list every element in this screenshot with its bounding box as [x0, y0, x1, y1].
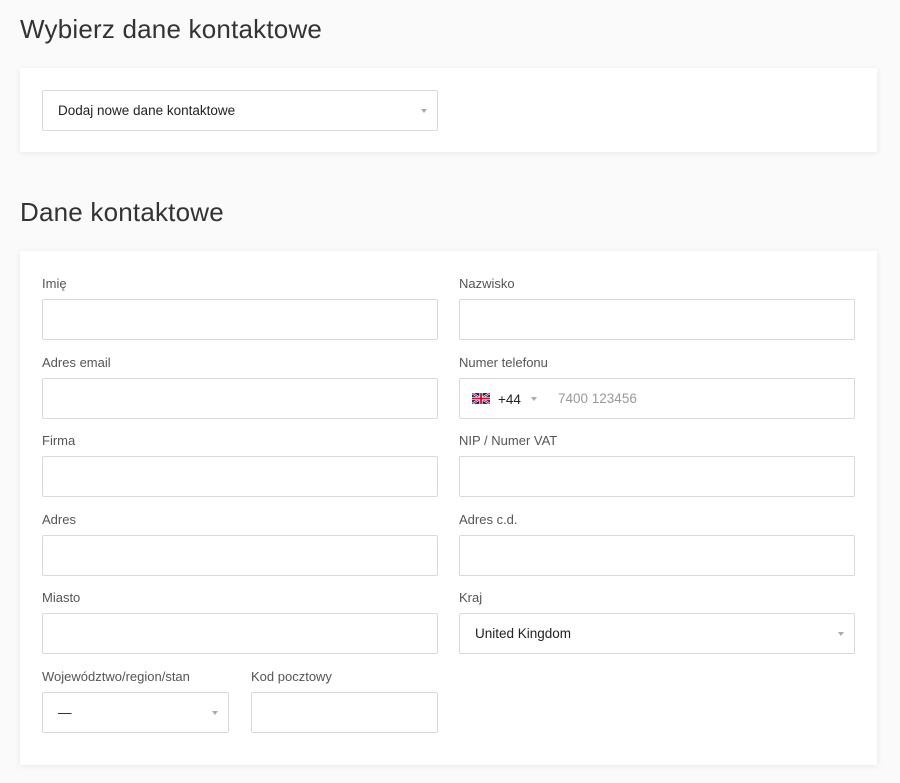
first-name-field[interactable] — [42, 299, 438, 340]
chevron-down-icon — [838, 632, 844, 636]
last-name-field[interactable] — [459, 299, 855, 340]
postcode-label: Kod pocztowy — [251, 669, 332, 684]
phone-country-code[interactable]: +44 — [498, 392, 521, 407]
uk-flag-icon[interactable] — [472, 393, 490, 404]
address-input[interactable] — [43, 536, 437, 575]
region-select-value: — — [58, 705, 72, 720]
address-label: Adres — [42, 512, 76, 527]
vat-label: NIP / Numer VAT — [459, 433, 558, 448]
contact-details-heading: Dane kontaktowe — [20, 197, 224, 227]
company-field[interactable] — [42, 456, 438, 497]
address2-field[interactable] — [459, 535, 855, 576]
contact-select-dropdown[interactable]: Dodaj nowe dane kontaktowe — [42, 90, 438, 131]
email-input[interactable] — [43, 379, 437, 418]
first-name-label: Imię — [42, 276, 67, 291]
country-label: Kraj — [459, 590, 483, 605]
region-label: Województwo/region/stan — [42, 669, 190, 684]
chevron-down-icon — [421, 109, 427, 113]
phone-label: Numer telefonu — [459, 355, 548, 370]
address2-label: Adres c.d. — [459, 512, 518, 527]
last-name-input[interactable] — [460, 300, 854, 339]
company-input[interactable] — [43, 457, 437, 496]
country-select[interactable]: United Kingdom — [459, 613, 855, 654]
last-name-label: Nazwisko — [459, 276, 515, 291]
address-field[interactable] — [42, 535, 438, 576]
country-select-value: United Kingdom — [475, 626, 572, 641]
email-label: Adres email — [42, 355, 111, 370]
email-field[interactable] — [42, 378, 438, 419]
vat-field[interactable] — [459, 456, 855, 497]
chevron-down-icon — [212, 711, 218, 715]
city-input[interactable] — [43, 614, 437, 653]
select-contact-card: Dodaj nowe dane kontaktowe — [20, 68, 877, 152]
phone-input[interactable] — [558, 379, 848, 418]
company-label: Firma — [42, 433, 76, 448]
postcode-input[interactable] — [252, 693, 437, 732]
contact-details-card: Imię Nazwisko Adres email Numer telefonu… — [20, 251, 877, 765]
vat-input[interactable] — [460, 457, 854, 496]
region-select[interactable]: — — [42, 692, 229, 733]
city-field[interactable] — [42, 613, 438, 654]
address2-input[interactable] — [460, 536, 854, 575]
first-name-input[interactable] — [43, 300, 437, 339]
chevron-down-icon[interactable] — [531, 397, 537, 401]
city-label: Miasto — [42, 590, 81, 605]
contact-select-value: Dodaj nowe dane kontaktowe — [58, 103, 236, 118]
postcode-field[interactable] — [251, 692, 438, 733]
select-contact-heading: Wybierz dane kontaktowe — [20, 14, 323, 44]
phone-field: +44 — [459, 378, 855, 419]
